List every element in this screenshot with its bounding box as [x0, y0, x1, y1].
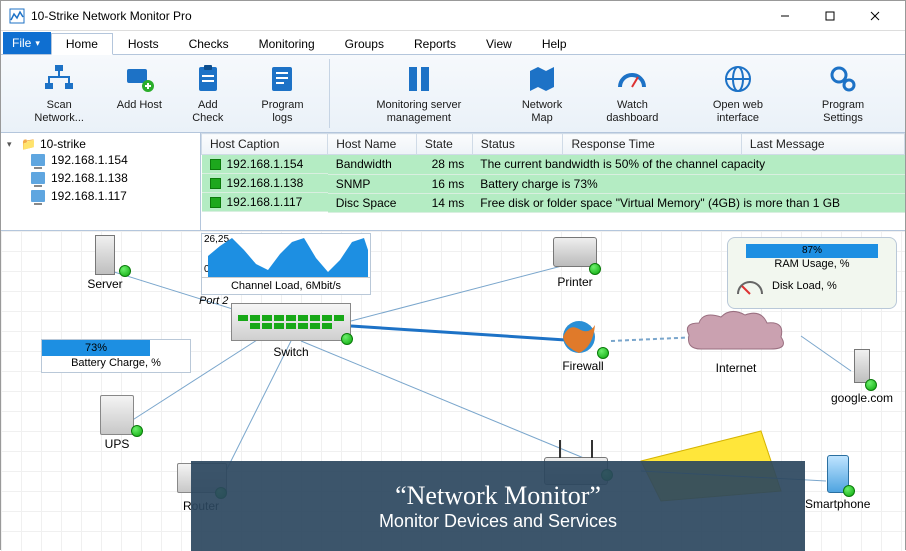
tree-item[interactable]: 192.168.1.138	[31, 169, 194, 187]
logs-icon	[266, 63, 298, 95]
add-check-button[interactable]: Add Check	[173, 59, 242, 128]
channel-load-chart[interactable]: 26,25 0 Channel Load, 6Mbit/s	[201, 233, 371, 295]
col-last-message[interactable]: Last Message	[741, 134, 904, 155]
tab-hosts[interactable]: Hosts	[113, 33, 174, 54]
battery-bar: 73%	[42, 340, 150, 356]
node-switch[interactable]: Switch	[231, 303, 351, 359]
tree-root[interactable]: ▾ 📁 10-strike	[7, 137, 194, 151]
add-host-button[interactable]: Add Host	[105, 59, 173, 128]
host-plus-icon	[123, 63, 155, 95]
area-chart-icon	[208, 236, 368, 280]
node-internet[interactable]: Internet	[681, 309, 791, 375]
overlay-subtitle: Monitor Devices and Services	[379, 511, 617, 532]
ribbon: Scan Network... Add Host Add Check Progr…	[1, 55, 905, 133]
watch-dashboard-button[interactable]: Watch dashboard	[582, 59, 683, 128]
collapse-icon[interactable]: ▾	[7, 139, 17, 150]
tab-view[interactable]: View	[471, 33, 527, 54]
status-ok-icon	[210, 197, 221, 208]
overlay-title: “Network Monitor”	[395, 481, 601, 511]
col-response-time[interactable]: Response Time	[563, 134, 741, 155]
servers-icon	[403, 63, 435, 95]
window-title: 10-Strike Network Monitor Pro	[31, 9, 762, 23]
port-label: Port 2	[199, 295, 228, 307]
monitoring-server-button[interactable]: Monitoring server management	[336, 59, 502, 128]
map-icon	[526, 63, 558, 95]
chart-caption: Channel Load, 6Mbit/s	[202, 277, 370, 294]
ram-bar: 87%	[746, 244, 878, 258]
table-row[interactable]: 192.168.1.117 Disc Space 14 ms Free disk…	[202, 193, 905, 212]
program-logs-button[interactable]: Program logs	[242, 59, 322, 128]
promo-overlay: “Network Monitor” Monitor Devices and Se…	[191, 461, 805, 551]
clipboard-icon	[192, 63, 224, 95]
open-web-button[interactable]: Open web interface	[683, 59, 793, 128]
host-icon	[31, 172, 45, 184]
program-settings-button[interactable]: Program Settings	[793, 59, 893, 128]
node-ups[interactable]: UPS	[93, 395, 141, 451]
network-map-button[interactable]: Network Map	[502, 59, 582, 128]
node-google[interactable]: google.com	[831, 349, 893, 405]
tabstrip: File ▾ Home Hosts Checks Monitoring Grou…	[1, 31, 905, 55]
table-row[interactable]: 192.168.1.154 Bandwidth 28 ms The curren…	[202, 155, 905, 175]
battery-caption: Battery Charge, %	[42, 356, 190, 370]
tree-item[interactable]: 192.168.1.117	[31, 187, 194, 205]
col-state[interactable]: State	[416, 134, 472, 155]
file-label: File	[12, 36, 31, 50]
network-map-canvas[interactable]: 26,25 0 Channel Load, 6Mbit/s 73% Batter…	[1, 231, 905, 551]
status-dot-icon	[597, 347, 609, 359]
status-dot-icon	[843, 485, 855, 497]
status-dot-icon	[589, 263, 601, 275]
tree-item[interactable]: 192.168.1.154	[31, 151, 194, 169]
folder-icon: 📁	[21, 137, 36, 151]
node-firewall[interactable]: Firewall	[559, 317, 607, 373]
disk-gauge-icon	[736, 274, 764, 298]
tab-groups[interactable]: Groups	[330, 33, 399, 54]
ribbon-group-2: Monitoring server management Network Map…	[330, 59, 899, 128]
titlebar: 10-Strike Network Monitor Pro	[1, 1, 905, 31]
gears-icon	[827, 63, 859, 95]
host-icon	[31, 154, 45, 166]
gauge-icon	[616, 63, 648, 95]
gauge-panel[interactable]: 87% RAM Usage, % Disk Load, %	[727, 237, 897, 309]
status-ok-icon	[210, 159, 221, 170]
disk-caption: Disk Load, %	[772, 280, 837, 292]
tab-checks[interactable]: Checks	[174, 33, 244, 54]
col-host-name[interactable]: Host Name	[328, 134, 417, 155]
host-icon	[31, 190, 45, 202]
node-smartphone[interactable]: Smartphone	[805, 455, 870, 511]
close-button[interactable]	[852, 1, 897, 31]
network-icon	[43, 63, 75, 95]
ribbon-group-1: Scan Network... Add Host Add Check Progr…	[7, 59, 330, 128]
tab-home[interactable]: Home	[51, 33, 113, 55]
checks-table: Host Caption Host Name State Status Resp…	[201, 133, 905, 230]
tab-help[interactable]: Help	[527, 33, 582, 54]
file-menu[interactable]: File ▾	[3, 32, 51, 54]
maximize-button[interactable]	[807, 1, 852, 31]
ram-caption: RAM Usage, %	[736, 258, 888, 270]
tree-root-label: 10-strike	[40, 137, 86, 151]
node-printer[interactable]: Printer	[551, 233, 599, 289]
status-dot-icon	[341, 333, 353, 345]
app-icon	[9, 8, 25, 24]
chevron-down-icon: ▾	[35, 38, 40, 49]
status-dot-icon	[865, 379, 877, 391]
scan-network-button[interactable]: Scan Network...	[13, 59, 105, 128]
status-ok-icon	[210, 178, 221, 189]
tab-reports[interactable]: Reports	[399, 33, 471, 54]
minimize-button[interactable]	[762, 1, 807, 31]
status-dot-icon	[131, 425, 143, 437]
table-row[interactable]: 192.168.1.138 SNMP 16 ms Battery charge …	[202, 174, 905, 193]
tab-monitoring[interactable]: Monitoring	[244, 33, 330, 54]
node-server[interactable]: Server	[81, 235, 129, 291]
body-split: ▾ 📁 10-strike 192.168.1.154 192.168.1.13…	[1, 133, 905, 231]
host-tree: ▾ 📁 10-strike 192.168.1.154 192.168.1.13…	[1, 133, 201, 230]
col-host-caption[interactable]: Host Caption	[202, 134, 328, 155]
globe-icon	[722, 63, 754, 95]
status-dot-icon	[119, 265, 131, 277]
col-status[interactable]: Status	[472, 134, 563, 155]
battery-widget[interactable]: 73% Battery Charge, %	[41, 339, 191, 373]
